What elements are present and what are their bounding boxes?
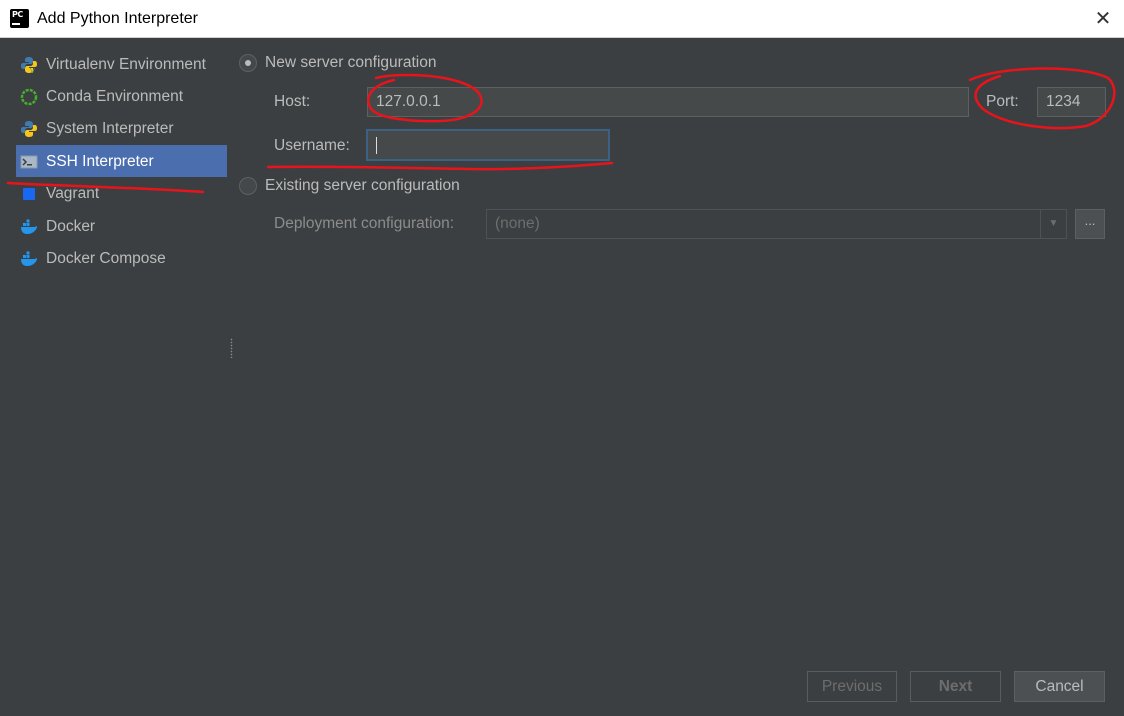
- title-bar: PC Add Python Interpreter ✕: [0, 0, 1124, 38]
- close-button[interactable]: ✕: [1090, 6, 1116, 32]
- window-title: Add Python Interpreter: [37, 10, 198, 27]
- next-button[interactable]: Next: [910, 671, 1001, 702]
- pycharm-logo-icon: PC: [10, 9, 29, 28]
- annotation-underline-username: [266, 161, 614, 171]
- deployment-value: (none): [495, 215, 540, 232]
- deployment-select[interactable]: (none) ▼: [486, 209, 1067, 239]
- terminal-icon: [20, 155, 38, 169]
- sidebar-item-label: System Interpreter: [46, 120, 174, 137]
- interpreter-type-list: V Virtualenv Environment Conda Environme…: [0, 38, 232, 716]
- panel-splitter[interactable]: [230, 338, 233, 358]
- cancel-button[interactable]: Cancel: [1014, 671, 1105, 702]
- existing-server-radio[interactable]: [239, 177, 257, 195]
- sidebar-item-docker-compose[interactable]: Docker Compose: [16, 242, 227, 274]
- docker-icon: [21, 219, 37, 234]
- sidebar-item-ssh[interactable]: SSH Interpreter: [16, 145, 227, 177]
- sidebar-item-label: Vagrant: [46, 185, 100, 202]
- svg-text:V: V: [30, 67, 35, 74]
- sidebar-item-docker[interactable]: Docker: [16, 210, 227, 242]
- sidebar-item-label: Docker: [46, 218, 96, 235]
- sidebar-item-conda[interactable]: Conda Environment: [16, 80, 227, 112]
- sidebar-item-label: Docker Compose: [46, 250, 166, 267]
- sidebar-item-system[interactable]: System Interpreter: [16, 112, 227, 144]
- vagrant-icon: [23, 188, 35, 200]
- browse-deployment-button[interactable]: ...: [1075, 209, 1105, 239]
- sidebar-item-label: SSH Interpreter: [46, 153, 154, 170]
- host-input[interactable]: 127.0.0.1: [367, 87, 969, 117]
- host-label: Host:: [274, 93, 311, 110]
- python-icon: V: [21, 57, 37, 74]
- sidebar-item-label: Conda Environment: [46, 88, 183, 105]
- new-server-label: New server configuration: [265, 54, 437, 71]
- docker-icon: [21, 251, 37, 266]
- username-input[interactable]: [366, 129, 610, 161]
- deployment-label: Deployment configuration:: [274, 215, 455, 232]
- sidebar-item-virtualenv[interactable]: V Virtualenv Environment: [16, 48, 227, 80]
- port-label: Port:: [986, 93, 1019, 110]
- dropdown-arrow-icon: ▼: [1040, 210, 1066, 238]
- username-label: Username:: [274, 137, 350, 154]
- port-input[interactable]: 1234: [1037, 87, 1106, 117]
- sidebar-item-label: Virtualenv Environment: [46, 56, 206, 73]
- previous-button[interactable]: Previous: [807, 671, 897, 702]
- text-caret: [376, 137, 377, 154]
- new-server-radio[interactable]: [239, 54, 257, 72]
- python-icon: [21, 121, 37, 137]
- existing-server-label: Existing server configuration: [265, 177, 460, 194]
- sidebar-item-vagrant[interactable]: Vagrant: [16, 177, 227, 209]
- conda-icon: [20, 88, 38, 106]
